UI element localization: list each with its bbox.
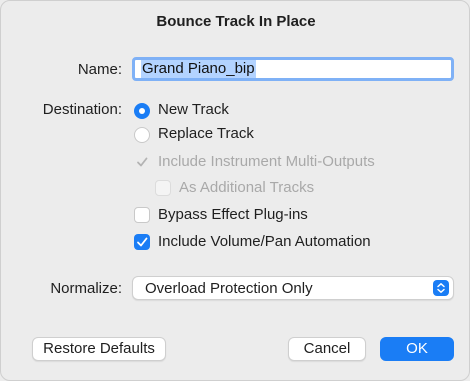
bounce-track-dialog: Bounce Track In Place Name: Grand Piano_… <box>0 0 470 381</box>
up-down-chevron-icon <box>433 280 449 296</box>
radio-new-track-label[interactable]: New Track <box>158 101 229 118</box>
normalize-select-value: Overload Protection Only <box>145 280 313 297</box>
checkbox-volume-pan-label[interactable]: Include Volume/Pan Automation <box>158 233 371 250</box>
ok-button[interactable]: OK <box>380 337 454 361</box>
radio-replace-track-label[interactable]: Replace Track <box>158 125 254 142</box>
dialog-title: Bounce Track In Place <box>156 13 316 30</box>
restore-defaults-button[interactable]: Restore Defaults <box>32 337 166 361</box>
checkbox-additional-tracks-label: As Additional Tracks <box>179 179 315 196</box>
cancel-button[interactable]: Cancel <box>288 337 366 361</box>
checkbox-volume-pan[interactable] <box>134 234 150 250</box>
name-label: Name: <box>77 61 122 78</box>
checkbox-additional-tracks <box>155 180 171 196</box>
radio-new-track[interactable] <box>134 103 150 119</box>
normalize-select[interactable]: Overload Protection Only <box>132 276 454 300</box>
name-field-value: Grand Piano_bip <box>141 60 256 78</box>
checkbox-multi-outputs <box>134 154 150 170</box>
checkmark-icon <box>137 237 148 247</box>
name-field[interactable]: Grand Piano_bip <box>132 57 454 81</box>
destination-label: Destination: <box>42 101 122 118</box>
checkmark-icon <box>137 157 148 167</box>
checkbox-multi-outputs-label: Include Instrument Multi-Outputs <box>158 153 375 170</box>
checkbox-bypass-effects-label[interactable]: Bypass Effect Plug-ins <box>158 206 308 223</box>
normalize-label: Normalize: <box>50 280 122 297</box>
checkbox-bypass-effects[interactable] <box>134 207 150 223</box>
radio-replace-track[interactable] <box>134 127 150 143</box>
